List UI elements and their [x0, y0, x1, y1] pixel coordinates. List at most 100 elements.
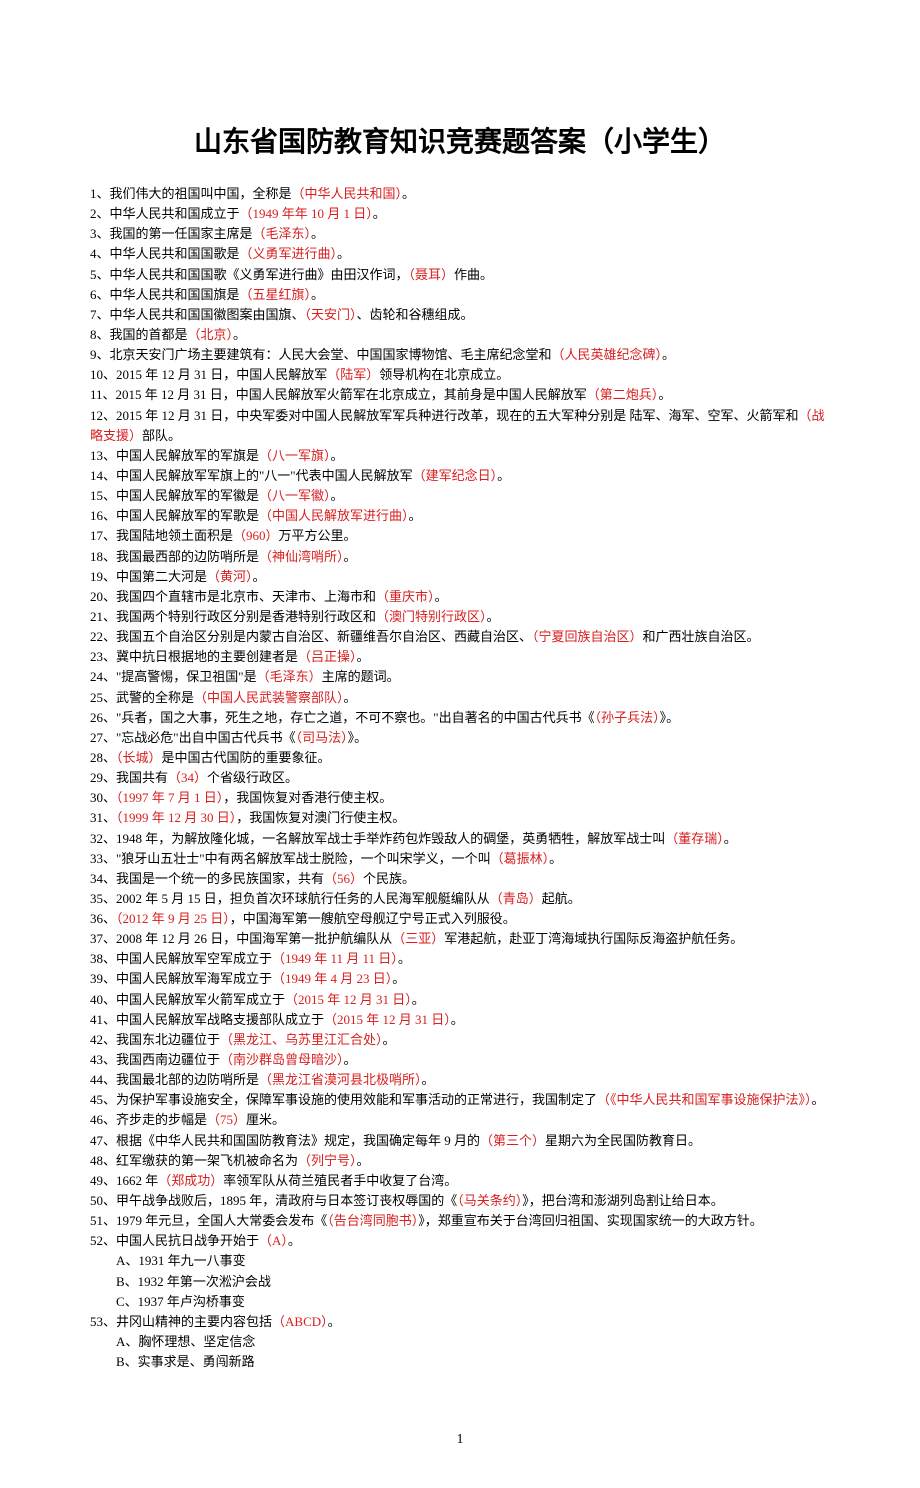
item-text-post: 。 [812, 1092, 825, 1107]
item-number: 46 [90, 1112, 103, 1127]
item-text-pre: 、"兵者，国之大事，死生之地，存亡之道，不可不察也。"出自著名的中国古代兵书《 [103, 710, 595, 725]
item-number: 35 [90, 891, 103, 906]
item-text-pre: 、1662 年 [103, 1173, 158, 1188]
item-number: 25 [90, 690, 103, 705]
item-text-pre: 、2008 年 12 月 26 日，中国海军第一批护航编队从 [103, 931, 392, 946]
question-item: 5、中华人民共和国国歌《义勇军进行曲》由田汉作词，（聂耳）作曲。 [90, 265, 830, 285]
question-item: 2、中华人民共和国成立于（1949 年年 10 月 1 日）。 [90, 204, 830, 224]
item-text-post: 。 [398, 951, 411, 966]
item-text-pre: 、我们伟大的祖国叫中国，全称是 [97, 186, 292, 201]
item-text-post: 万平方公里。 [279, 528, 357, 543]
item-answer: （神仙湾哨所） [259, 549, 344, 564]
question-item: 15、中国人民解放军的军徽是（八一军徽）。 [90, 486, 830, 506]
item-text-pre: 、2015 年 12 月 31 日，中央军委对中国人民解放军军兵种进行改革，现在… [103, 408, 799, 423]
question-item: 14、中国人民解放军军旗上的"八一"代表中国人民解放军（建军纪念日）。 [90, 466, 830, 486]
item-number: 14 [90, 468, 103, 483]
item-number: 49 [90, 1173, 103, 1188]
item-number: 21 [90, 609, 103, 624]
item-answer: （《中华人民共和国军事设施保护法》） [597, 1092, 812, 1107]
item-answer: （1949 年 4 月 23 日） [272, 971, 392, 986]
item-number: 12 [90, 408, 103, 423]
item-answer: （郑成功） [158, 1173, 223, 1188]
item-answer: （75） [207, 1112, 246, 1127]
item-number: 42 [90, 1032, 103, 1047]
item-text-pre: 、中国人民抗日战争开始于 [103, 1233, 259, 1248]
item-answer: （八一军徽） [259, 488, 331, 503]
item-number: 26 [90, 710, 103, 725]
item-text-post: 。 [662, 347, 675, 362]
item-answer: （长城） [116, 750, 162, 765]
question-item: 16、中国人民解放军的军歌是（中国人民解放军进行曲）。 [90, 506, 830, 526]
question-item: 38、中国人民解放军空军成立于（1949 年 11 月 11 日）。 [90, 949, 830, 969]
item-text-post: ，中国海军第一艘航空母舰辽宁号正式入列服役。 [230, 911, 516, 926]
item-text-post: 。 [383, 1032, 396, 1047]
item-answer: （1997 年 7 月 1 日） [116, 790, 223, 805]
item-answer: （聂耳） [409, 267, 455, 282]
item-text-post: 。 [724, 831, 737, 846]
item-text-post: 星期六为全民国防教育日。 [545, 1133, 701, 1148]
question-item: 45、为保护军事设施安全，保障军事设施的使用效能和军事活动的正常进行，我国制定了… [90, 1090, 830, 1110]
question-item: 33、"狼牙山五壮士"中有两名解放军战士脱险，一个叫宋学义，一个叫（葛振林）。 [90, 849, 830, 869]
item-text-post: 。 [328, 1314, 341, 1329]
item-text-pre: 、"忘战必危"出自中国古代兵书《 [103, 730, 296, 745]
item-text-post: 。 [337, 246, 350, 261]
item-number: 53 [90, 1314, 103, 1329]
item-text-post: 。 [487, 609, 500, 624]
option-item: A、1931 年九一八事变 [90, 1251, 830, 1271]
item-answer: （2015 年 12 月 31 日） [285, 992, 412, 1007]
item-answer: （1949 年年 10 月 1 日） [240, 206, 373, 221]
item-answer: （黄河） [207, 569, 253, 584]
item-answer: （第二炮兵） [587, 387, 659, 402]
item-text-pre: 、 [103, 911, 116, 926]
item-text-pre: 、我国是一个统一的多民族国家，共有 [103, 871, 324, 886]
item-answer: （孙子兵法） [595, 710, 660, 725]
question-item: 48、红军缴获的第一架飞机被命名为（列宁号）。 [90, 1151, 830, 1171]
item-text-post: 主席的题词。 [322, 669, 400, 684]
item-answer: （司马法） [296, 730, 348, 745]
item-number: 34 [90, 871, 103, 886]
item-text-post: 作曲。 [454, 267, 493, 282]
item-text-post: 。 [373, 206, 386, 221]
item-number: 31 [90, 810, 103, 825]
question-item: 9、北京天安门广场主要建筑有：人民大会堂、中国国家博物馆、毛主席纪念堂和（人民英… [90, 345, 830, 365]
item-text-pre: 、甲午战争战败后，1895 年，清政府与日本签订丧权辱国的《 [103, 1193, 457, 1208]
item-answer: （天安门） [305, 307, 357, 322]
question-item: 39、中国人民解放军海军成立于（1949 年 4 月 23 日）。 [90, 969, 830, 989]
item-number: 15 [90, 488, 103, 503]
question-item: 4、中华人民共和国国歌是（义勇军进行曲）。 [90, 244, 830, 264]
item-text-post: 个省级行政区。 [207, 770, 298, 785]
item-answer: （重庆市） [376, 589, 435, 604]
item-text-pre: 、中国第二大河是 [103, 569, 207, 584]
item-text-pre: 、我国五个自治区分别是内蒙古自治区、新疆维吾尔自治区、西藏自治区、 [103, 629, 532, 644]
item-answer: （北京） [188, 327, 234, 342]
item-text-post: 。 [253, 569, 266, 584]
item-answer: （三亚） [392, 931, 444, 946]
item-number: 28 [90, 750, 103, 765]
item-number: 30 [90, 790, 103, 805]
item-text-pre: 、中国人民解放军的军旗是 [103, 448, 259, 463]
question-item: 31、（1999 年 12 月 30 日），我国恢复对澳门行使主权。 [90, 808, 830, 828]
question-item: 23、冀中抗日根据地的主要创建者是（吕正操）。 [90, 647, 830, 667]
question-item: 28、（长城）是中国古代国防的重要象征。 [90, 748, 830, 768]
item-number: 11 [90, 387, 103, 402]
item-text-post: 和广西壮族自治区。 [643, 629, 760, 644]
item-answer: （陆军） [327, 367, 379, 382]
item-text-pre: 、2015 年 12 月 31 日，中国人民解放军火箭军在北京成立，其前身是中国… [103, 387, 587, 402]
item-text-post: 。 [344, 549, 357, 564]
question-item: 49、1662 年（郑成功）率领军队从荷兰殖民者手中收复了台湾。 [90, 1171, 830, 1191]
item-answer: （中国人民解放军进行曲） [259, 508, 409, 523]
question-item: 21、我国两个特别行政区分别是香港特别行政区和（澳门特别行政区）。 [90, 607, 830, 627]
item-text-pre: 、"狼牙山五壮士"中有两名解放军战士脱险，一个叫宋学义，一个叫 [103, 851, 491, 866]
item-number: 39 [90, 971, 103, 986]
item-text-post: 。 [311, 226, 324, 241]
item-text-post: 。 [288, 1233, 301, 1248]
item-answer: （2012 年 9 月 25 日） [116, 911, 230, 926]
question-item: 10、2015 年 12 月 31 日，中国人民解放军（陆军）领导机构在北京成立… [90, 365, 830, 385]
item-text-pre: 、北京天安门广场主要建筑有：人民大会堂、中国国家博物馆、毛主席纪念堂和 [97, 347, 552, 362]
item-text-pre: 、2002 年 5 月 15 日，担负首次环球航行任务的人民海军舰艇编队从 [103, 891, 490, 906]
item-text-post: 。 [357, 1153, 370, 1168]
item-text-pre: 、中国人民解放军的军歌是 [103, 508, 259, 523]
item-text-post: 。 [311, 287, 324, 302]
question-item: 20、我国四个直辖市是北京市、天津市、上海市和（重庆市）。 [90, 587, 830, 607]
question-item: 32、1948 年，为解放隆化城，一名解放军战士手举炸药包炸毁敌人的碉堡，英勇牺… [90, 829, 830, 849]
